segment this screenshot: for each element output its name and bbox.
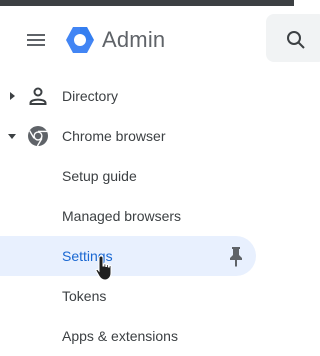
sidebar-item-label: Managed browsers [62,208,182,224]
hamburger-menu-icon [27,34,45,46]
sidebar-item-label: Chrome browser [62,128,166,144]
sidebar-item-settings[interactable]: Settings [0,236,256,276]
search-icon [287,31,305,49]
sidebar-item-label: Setup guide [62,168,137,184]
pin-icon[interactable] [224,244,248,268]
admin-logo[interactable]: Admin [64,24,165,56]
hexagon-logo-icon [66,27,94,53]
sidebar-item-label: Directory [62,88,119,104]
main-menu-button[interactable] [16,22,56,58]
top-strip [0,0,294,6]
app-name: Admin [102,27,166,52]
sidebar-item-label: Tokens [62,288,107,304]
person-icon [29,87,47,105]
sidebar-item-setup-guide[interactable]: Setup guide [0,156,256,196]
sidebar-item-managed-browsers[interactable]: Managed browsers [0,196,256,236]
sidebar-item-tokens[interactable]: Tokens [0,276,256,316]
sidebar-item-directory[interactable]: Directory [0,76,256,116]
caret-down-icon[interactable] [6,130,18,142]
chrome-icon [28,126,48,147]
caret-right-icon[interactable] [6,90,18,102]
search-bar[interactable] [266,14,320,62]
hand-cursor-icon [95,255,112,281]
sidebar-item-apps-extensions[interactable]: Apps & extensions [0,316,256,356]
sidebar-item-chrome-browser[interactable]: Chrome browser [0,116,256,156]
sidebar-item-label: Apps & extensions [62,328,178,344]
